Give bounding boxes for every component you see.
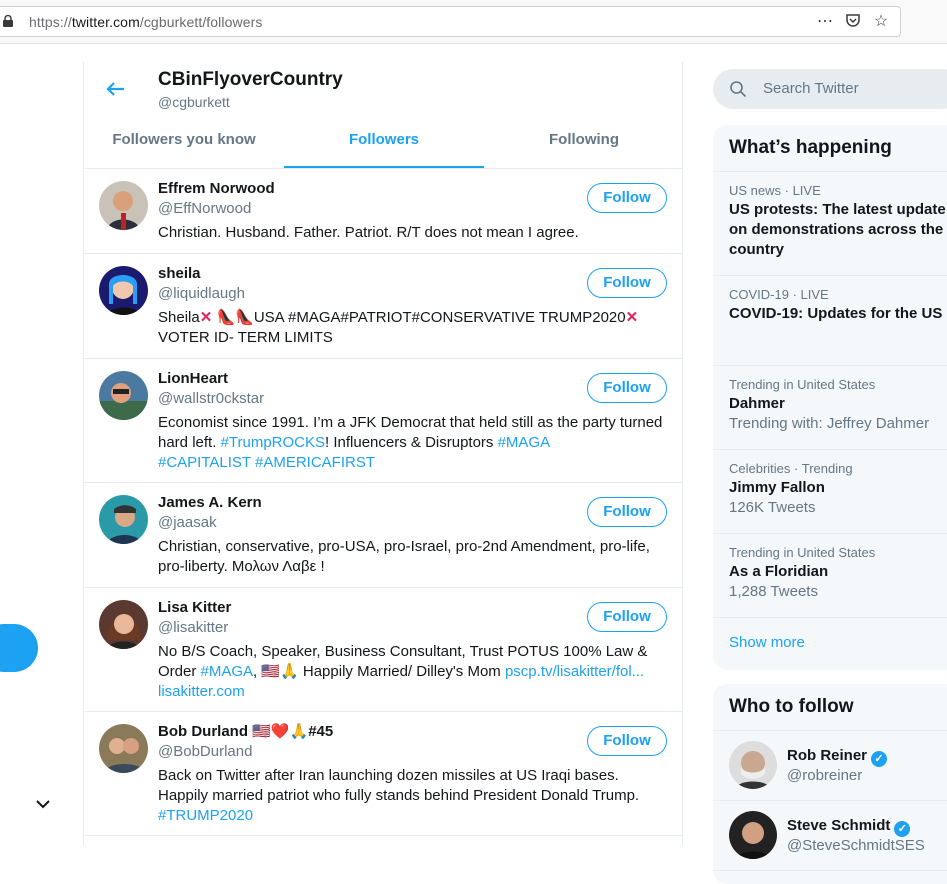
hashtag-link[interactable]: #TrumpROCKS bbox=[221, 434, 325, 451]
pocket-icon[interactable] bbox=[843, 12, 863, 32]
list-item[interactable]: Lisa Kitter @lisakitter No B/S Coach, Sp… bbox=[84, 588, 682, 712]
tab-strip-gap bbox=[0, 44, 947, 62]
left-nav bbox=[0, 62, 83, 845]
bookmark-star-icon[interactable]: ☆ bbox=[871, 12, 891, 32]
verified-badge-icon: ✓ bbox=[871, 751, 888, 767]
avatar[interactable] bbox=[99, 371, 148, 420]
hashtag-link[interactable]: #TRUMP2020 bbox=[158, 807, 253, 824]
search-placeholder: Search Twitter bbox=[763, 80, 859, 97]
tab-following[interactable]: Following bbox=[484, 118, 682, 168]
trend-item[interactable]: COVID-19 · LIVE COVID-19: Updates for th… bbox=[713, 276, 947, 366]
avatar[interactable] bbox=[99, 724, 148, 773]
tab-followers[interactable]: Followers bbox=[284, 118, 484, 168]
back-arrow-icon[interactable] bbox=[104, 78, 126, 100]
profile-handle: @cgburkett bbox=[158, 94, 230, 110]
avatar[interactable] bbox=[99, 495, 148, 544]
url-link[interactable]: pscp.tv/lisakitter/fol... bbox=[505, 663, 644, 680]
user-bio: Back on Twitter after Iran launching doz… bbox=[158, 767, 640, 824]
name-emoji: 🇺🇸❤️🙏#45 bbox=[252, 723, 334, 740]
high-heel-icon: 👠👠 bbox=[216, 309, 254, 326]
chevron-down-icon[interactable] bbox=[34, 795, 52, 813]
user-bio: Christian, conservative, pro-USA, pro-Is… bbox=[158, 538, 650, 575]
avatar[interactable] bbox=[99, 600, 148, 649]
profile-name: CBinFlyoverCountry bbox=[158, 69, 343, 90]
follow-button[interactable]: Follow bbox=[587, 497, 667, 527]
user-bio: No B/S Coach, Speaker, Business Consulta… bbox=[158, 643, 648, 700]
trend-item[interactable]: Celebrities · Trending Jimmy Fallon 126K… bbox=[713, 450, 947, 534]
follow-button[interactable]: Follow bbox=[587, 726, 667, 756]
lock-icon bbox=[3, 15, 13, 27]
list-item[interactable]: sheila @liquidlaugh Sheila✕ 👠👠USA #MAGA#… bbox=[84, 254, 682, 359]
cross-mark-icon: ✕ bbox=[199, 309, 213, 326]
address-bar[interactable]: https://twitter.com/cgburkett/followers … bbox=[0, 6, 901, 37]
show-more-link[interactable]: Show more bbox=[713, 618, 947, 667]
address-text[interactable]: https://twitter.com/cgburkett/followers bbox=[29, 14, 262, 30]
search-icon bbox=[730, 81, 747, 98]
follow-button[interactable]: Follow bbox=[587, 183, 667, 213]
list-item[interactable]: Rob Reiner ✓ @robreiner bbox=[713, 731, 947, 801]
hashtag-link[interactable]: #AMERICAFIRST bbox=[255, 454, 375, 471]
right-sidebar: Search Twitter What’s happening US news … bbox=[713, 62, 947, 884]
user-bio: Christian. Husband. Father. Patriot. R/T… bbox=[158, 224, 579, 241]
account-handle[interactable]: @SteveSchmidtSES bbox=[787, 837, 925, 854]
account-handle[interactable]: @robreiner bbox=[787, 767, 862, 784]
follow-button[interactable]: Follow bbox=[587, 373, 667, 403]
trend-item[interactable]: Trending in United States As a Floridian… bbox=[713, 534, 947, 618]
avatar[interactable] bbox=[729, 741, 777, 789]
list-item[interactable]: LionHeart @wallstr0ckstar Economist sinc… bbox=[84, 359, 682, 483]
account-name[interactable]: Rob Reiner ✓ bbox=[787, 747, 888, 767]
whats-happening-panel: What’s happening US news · LIVE US prote… bbox=[713, 125, 947, 670]
hashtag-link[interactable]: #MAGA bbox=[201, 663, 254, 680]
profile-header: CBinFlyoverCountry @cgburkett Followers … bbox=[84, 62, 682, 169]
account-name[interactable]: Steve Schmidt ✓ bbox=[787, 817, 911, 837]
browser-toolbar: https://twitter.com/cgburkett/followers … bbox=[0, 0, 947, 44]
hashtag-link[interactable]: #MAGA bbox=[498, 434, 551, 451]
avatar[interactable] bbox=[99, 181, 148, 230]
cross-mark-icon: ✕ bbox=[625, 309, 639, 326]
tab-followers-you-know[interactable]: Followers you know bbox=[84, 118, 284, 168]
user-bio: Sheila✕ 👠👠USA #MAGA#PATRIOT#CONSERVATIVE… bbox=[158, 309, 639, 346]
verified-badge-icon: ✓ bbox=[894, 821, 911, 837]
follower-tabs: Followers you know Followers Following bbox=[84, 118, 682, 168]
panel-title: What’s happening bbox=[713, 125, 947, 172]
page-actions-icon[interactable]: ⋯ bbox=[815, 12, 835, 32]
list-item[interactable]: Effrem Norwood @EffNorwood Christian. Hu… bbox=[84, 169, 682, 254]
main-column: CBinFlyoverCountry @cgburkett Followers … bbox=[83, 62, 683, 845]
trend-item[interactable]: US news · LIVE US protests: The latest u… bbox=[713, 172, 947, 276]
url-link[interactable]: lisakitter.com bbox=[158, 683, 245, 700]
who-to-follow-panel: Who to follow Rob Reiner ✓ @robreiner Ste… bbox=[713, 684, 947, 884]
avatar[interactable] bbox=[99, 266, 148, 315]
list-item[interactable]: Steve Schmidt ✓ @SteveSchmidtSES bbox=[713, 801, 947, 871]
user-bio: Economist since 1991. I’m a JFK Democrat… bbox=[158, 414, 663, 471]
panel-title: Who to follow bbox=[713, 684, 947, 731]
search-input[interactable]: Search Twitter bbox=[713, 69, 947, 109]
list-item[interactable]: James A. Kern @jaasak Christian, conserv… bbox=[84, 483, 682, 588]
avatar[interactable] bbox=[729, 811, 777, 859]
list-item[interactable]: Bob Durland 🇺🇸❤️🙏#45 @BobDurland Back on… bbox=[84, 712, 682, 836]
trend-item[interactable]: Trending in United States Dahmer Trendin… bbox=[713, 366, 947, 450]
hashtag-link[interactable]: #CAPITALIST bbox=[158, 454, 251, 471]
tweet-button[interactable] bbox=[0, 624, 38, 672]
follow-button[interactable]: Follow bbox=[587, 602, 667, 632]
follow-button[interactable]: Follow bbox=[587, 268, 667, 298]
